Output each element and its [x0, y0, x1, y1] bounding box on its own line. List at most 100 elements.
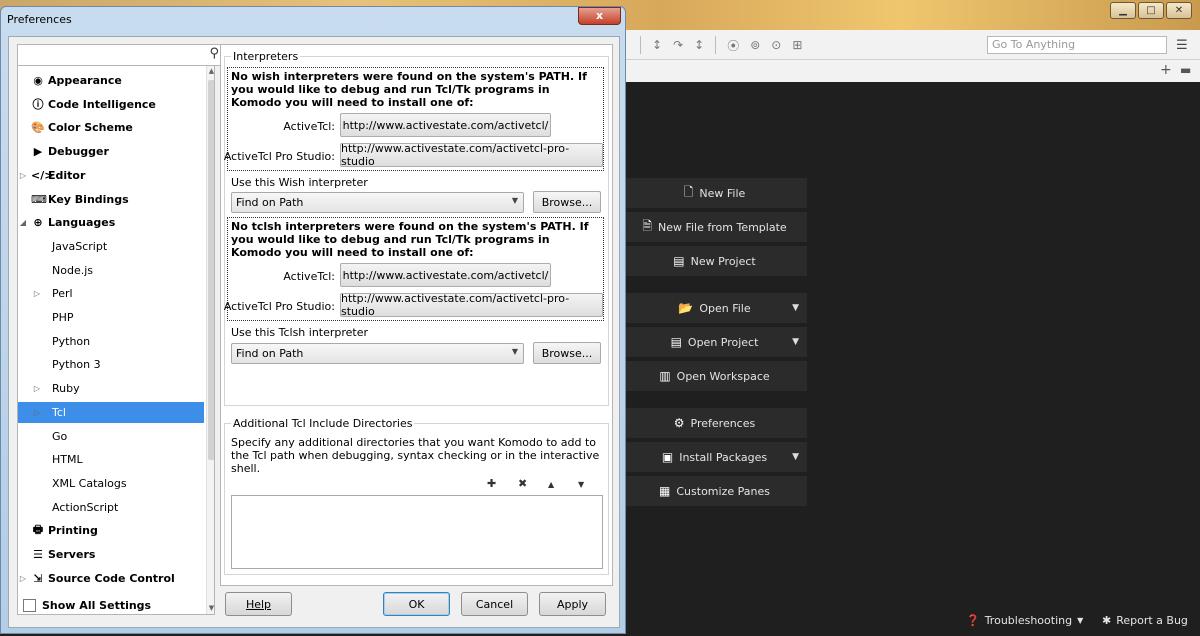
- help-button[interactable]: Help: [225, 592, 292, 616]
- tree-item-color-scheme[interactable]: 🎨 Color Scheme: [18, 117, 204, 138]
- tree-item-go[interactable]: Go: [18, 426, 204, 447]
- wish-interpreter-select[interactable]: Find on Path ▼: [231, 192, 524, 213]
- tree-item-label: Editor: [48, 168, 86, 182]
- tclsh-interpreter-value: Find on Path: [236, 347, 304, 360]
- tree-item-printing[interactable]: 🖶 Printing: [18, 520, 204, 541]
- cancel-button[interactable]: Cancel: [461, 592, 528, 616]
- start-button-open-project[interactable]: ▤ Open Project ▼: [622, 327, 807, 357]
- remove-icon[interactable]: ✖: [518, 477, 527, 490]
- activetcl-link-button[interactable]: http://www.activestate.com/activetcl/: [340, 113, 551, 137]
- tree-item-xml-catalogs[interactable]: XML Catalogs: [18, 473, 204, 494]
- tree-item-servers[interactable]: ☰ Servers: [18, 544, 204, 565]
- minimize-button[interactable]: ▁: [1110, 2, 1136, 19]
- tree-item-javascript[interactable]: JavaScript: [18, 236, 204, 257]
- menu-icon[interactable]: ☰: [1176, 38, 1188, 53]
- tree-item-perl[interactable]: ▷ Perl: [18, 283, 204, 304]
- tree-item-debugger[interactable]: ▶ Debugger: [18, 141, 204, 162]
- scroll-down-icon[interactable]: ▼: [207, 604, 214, 612]
- expand-icon[interactable]: ▷: [32, 384, 42, 393]
- playback-icon[interactable]: ⊞: [792, 38, 802, 52]
- expand-icon[interactable]: ▷: [32, 289, 42, 298]
- category-icon: ☰: [33, 548, 43, 561]
- troubleshooting-label: Troubleshooting: [984, 613, 1073, 627]
- wish-browse-button[interactable]: Browse...: [533, 191, 601, 213]
- start-button-preferences[interactable]: ⚙ Preferences: [622, 408, 807, 438]
- tree-item-python[interactable]: Python: [18, 331, 204, 352]
- tree-item-appearance[interactable]: ◉ Appearance: [18, 70, 204, 91]
- record-icon[interactable]: ⦿: [727, 37, 739, 54]
- start-button-label: New Project: [690, 254, 756, 268]
- start-button-install-packages[interactable]: ▣ Install Packages ▼: [622, 442, 807, 472]
- activetcl-link-button[interactable]: http://www.activestate.com/activetcl/: [340, 263, 551, 287]
- add-icon[interactable]: ✚: [487, 477, 496, 490]
- dialog-title: Preferences: [7, 13, 72, 26]
- scroll-up-icon[interactable]: ▲: [207, 67, 214, 75]
- tree-item-label: JavaScript: [52, 239, 108, 253]
- move-down-icon[interactable]: ▼: [578, 480, 584, 489]
- pro-studio-link-button[interactable]: http://www.activestate.com/activetcl-pro…: [340, 142, 603, 168]
- tree-item-editor[interactable]: ▷ </> Editor: [18, 165, 204, 186]
- include-dirs-list[interactable]: [231, 495, 603, 569]
- troubleshooting-button[interactable]: ❓ Troubleshooting ▼: [966, 610, 1083, 630]
- tclsh-browse-button[interactable]: Browse...: [533, 342, 601, 364]
- ok-button[interactable]: OK: [383, 592, 450, 616]
- tray-icon[interactable]: ▬: [1180, 63, 1191, 77]
- tclsh-interpreter-select[interactable]: Find on Path ▼: [231, 343, 524, 364]
- preferences-search-input[interactable]: ⚲: [17, 44, 222, 66]
- start-button-label: Customize Panes: [676, 484, 770, 498]
- help-circle-icon: ❓: [966, 613, 980, 627]
- scroll-thumb[interactable]: [208, 80, 214, 460]
- checkbox-box[interactable]: [23, 599, 36, 612]
- report-bug-button[interactable]: ✱ Report a Bug: [1102, 610, 1188, 630]
- close-window-button[interactable]: ✕: [1166, 2, 1192, 19]
- tree-item-label: Ruby: [52, 382, 80, 396]
- toolbar-separator: [715, 36, 717, 54]
- expand-icon[interactable]: ▷: [32, 408, 42, 417]
- tree-item-node-js[interactable]: Node.js: [18, 260, 204, 281]
- tree-scrollbar[interactable]: ▲ ▼: [206, 66, 214, 614]
- start-button-new-file-from-template[interactable]: 🗎 New File from Template: [622, 212, 807, 242]
- expand-icon[interactable]: ▷: [18, 171, 28, 180]
- chevron-down-icon[interactable]: ▼: [792, 303, 799, 313]
- tree-item-actionscript[interactable]: ActionScript: [18, 497, 204, 518]
- add-icon[interactable]: +: [1160, 62, 1172, 78]
- expand-icon[interactable]: ▷: [18, 574, 28, 583]
- maximize-button[interactable]: □: [1138, 2, 1164, 19]
- pro-studio-link-button[interactable]: http://www.activestate.com/activetcl-pro…: [340, 292, 603, 318]
- search-icon: ⚲: [209, 46, 219, 61]
- wish-warning-box: No wish interpreters were found on the s…: [224, 67, 604, 171]
- step-over-icon[interactable]: ↕: [652, 38, 662, 52]
- start-button-customize-panes[interactable]: ▦ Customize Panes: [622, 476, 807, 506]
- play-icon[interactable]: ⊙: [771, 38, 781, 52]
- tree-item-key-bindings[interactable]: ⌨ Key Bindings: [18, 189, 204, 210]
- start-button-new-project[interactable]: ▤ New Project: [622, 246, 807, 276]
- collapse-icon[interactable]: ◢: [18, 218, 28, 227]
- start-button-label: New File: [699, 186, 746, 200]
- step-in-icon[interactable]: ↷: [673, 38, 683, 52]
- start-button-new-file[interactable]: 🗋 New File: [622, 178, 807, 208]
- start-button-open-workspace[interactable]: ▥ Open Workspace: [622, 361, 807, 391]
- start-button-open-file[interactable]: 📂 Open File ▼: [622, 293, 807, 323]
- dialog-close-button[interactable]: x: [578, 7, 621, 25]
- tree-item-label: Color Scheme: [48, 121, 133, 135]
- move-up-icon[interactable]: ▲: [548, 480, 554, 489]
- apply-button[interactable]: Apply: [539, 592, 606, 616]
- tree-item-label: Servers: [48, 548, 96, 561]
- chevron-down-icon[interactable]: ▼: [792, 452, 799, 462]
- category-icon: ⊕: [33, 216, 43, 230]
- tree-item-tcl[interactable]: ▷ Tcl: [18, 401, 204, 423]
- tree-item-label: Debugger: [48, 145, 109, 159]
- step-out-icon[interactable]: ↕: [694, 38, 704, 52]
- tree-item-languages[interactable]: ◢ ⊕ Languages: [18, 212, 204, 233]
- tree-item-source-code-control[interactable]: ▷ ⇲ Source Code Control: [18, 568, 204, 589]
- stop-icon[interactable]: ⊚: [750, 38, 760, 52]
- tree-item-code-intelligence[interactable]: ⓘ Code Intelligence: [18, 94, 204, 115]
- chevron-down-icon[interactable]: ▼: [792, 337, 799, 347]
- show-all-settings-checkbox[interactable]: Show All Settings: [23, 599, 151, 612]
- go-to-anything-input[interactable]: Go To Anything: [987, 36, 1167, 54]
- tree-item-python-3[interactable]: Python 3: [18, 354, 204, 375]
- tclsh-warning-box: No tclsh interpreters were found on the …: [224, 217, 604, 321]
- tree-item-html[interactable]: HTML: [18, 449, 204, 470]
- tree-item-ruby[interactable]: ▷ Ruby: [18, 378, 204, 399]
- tree-item-php[interactable]: PHP: [18, 307, 204, 328]
